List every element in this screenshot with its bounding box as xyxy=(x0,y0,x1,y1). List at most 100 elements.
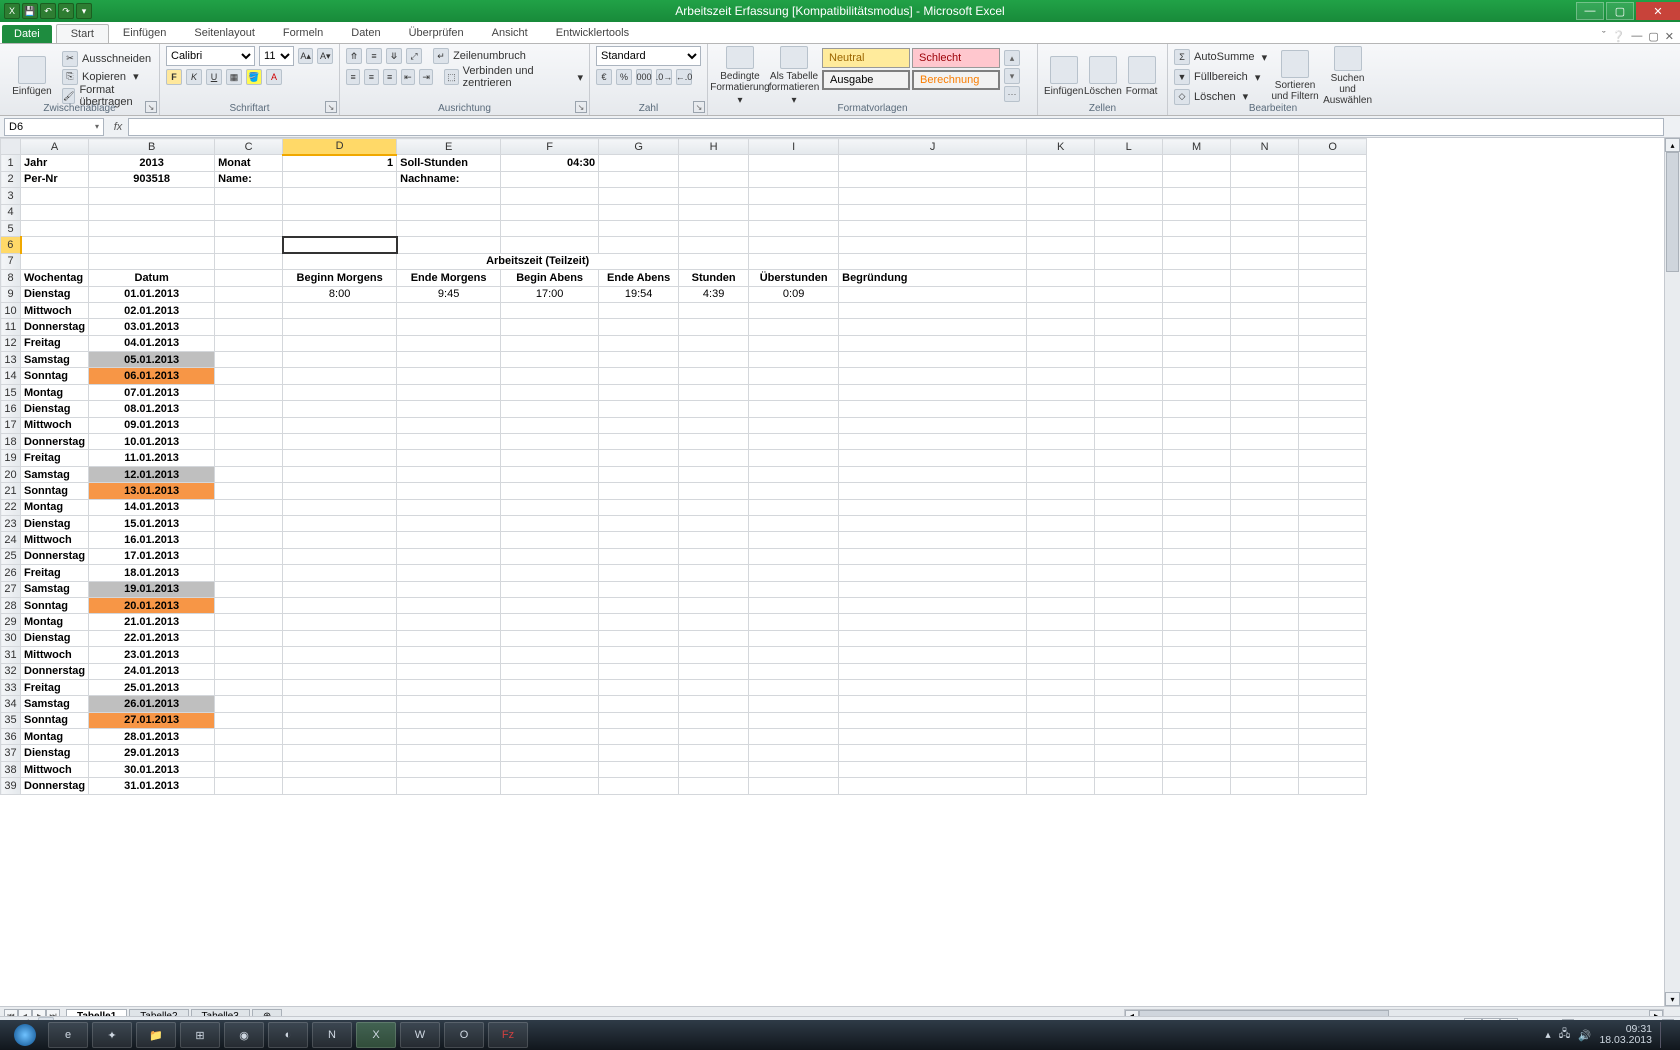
cell[interactable] xyxy=(1299,483,1367,499)
cell[interactable] xyxy=(397,679,501,695)
cell[interactable] xyxy=(679,483,749,499)
cell[interactable] xyxy=(1299,499,1367,515)
cell[interactable] xyxy=(1299,220,1367,236)
align-right-icon[interactable]: ≡ xyxy=(383,69,397,85)
cell[interactable]: 13.01.2013 xyxy=(89,483,215,499)
row-header[interactable]: 18 xyxy=(1,434,21,450)
cell[interactable] xyxy=(1231,647,1299,663)
taskbar-app3[interactable]: ◐ xyxy=(268,1022,308,1048)
cell[interactable]: Dienstag xyxy=(21,401,89,417)
cut-button[interactable]: ✂Ausschneiden xyxy=(62,50,153,67)
conditional-formatting-button[interactable]: Bedingte Formatierung▾ xyxy=(714,46,766,106)
cell[interactable] xyxy=(1095,335,1163,351)
cell[interactable] xyxy=(215,597,283,613)
cell[interactable] xyxy=(1299,630,1367,646)
cell[interactable] xyxy=(839,466,1027,482)
cell[interactable]: Wochentag xyxy=(21,270,89,286)
cell[interactable] xyxy=(679,597,749,613)
cell[interactable] xyxy=(839,761,1027,777)
cell[interactable] xyxy=(283,466,397,482)
cell[interactable] xyxy=(1231,204,1299,220)
cell[interactable] xyxy=(283,237,397,253)
cell[interactable] xyxy=(397,401,501,417)
cell[interactable] xyxy=(1299,450,1367,466)
vertical-scrollbar[interactable]: ▴ ▾ xyxy=(1664,138,1680,1006)
cell[interactable] xyxy=(679,778,749,794)
cell[interactable] xyxy=(749,696,839,712)
col-header[interactable]: F xyxy=(501,139,599,155)
cell[interactable] xyxy=(679,532,749,548)
cell[interactable] xyxy=(599,614,679,630)
cell[interactable] xyxy=(1231,696,1299,712)
align-bottom-icon[interactable]: ⤋ xyxy=(386,48,402,64)
cell[interactable] xyxy=(1231,581,1299,597)
cell[interactable] xyxy=(283,450,397,466)
tray-volume-icon[interactable]: 🔊 xyxy=(1578,1029,1591,1042)
cell[interactable] xyxy=(839,434,1027,450)
cell[interactable] xyxy=(839,597,1027,613)
cell[interactable] xyxy=(1027,319,1095,335)
fx-icon[interactable]: fx xyxy=(108,121,128,133)
cell[interactable] xyxy=(749,778,839,794)
cell[interactable] xyxy=(839,204,1027,220)
cell[interactable] xyxy=(283,761,397,777)
cell[interactable]: 03.01.2013 xyxy=(89,319,215,335)
cell[interactable] xyxy=(283,630,397,646)
cell[interactable] xyxy=(1231,630,1299,646)
cell[interactable] xyxy=(839,565,1027,581)
ribbon-tab-einfügen[interactable]: Einfügen xyxy=(109,24,180,43)
cell[interactable]: 17.01.2013 xyxy=(89,548,215,564)
cell[interactable] xyxy=(1027,745,1095,761)
cell[interactable] xyxy=(839,237,1027,253)
cell[interactable] xyxy=(839,171,1027,187)
taskbar-word[interactable]: W xyxy=(400,1022,440,1048)
cell[interactable] xyxy=(283,532,397,548)
cell[interactable] xyxy=(1299,712,1367,728)
cell[interactable] xyxy=(397,368,501,384)
row-header[interactable]: 10 xyxy=(1,302,21,318)
cell[interactable] xyxy=(283,171,397,187)
cell[interactable] xyxy=(1163,729,1231,745)
cell[interactable] xyxy=(501,647,599,663)
cell[interactable]: Begründung xyxy=(839,270,1027,286)
cell[interactable] xyxy=(501,712,599,728)
cell[interactable] xyxy=(1231,286,1299,302)
col-header[interactable]: L xyxy=(1095,139,1163,155)
cell[interactable] xyxy=(1027,679,1095,695)
cell[interactable] xyxy=(397,696,501,712)
cell[interactable] xyxy=(1231,565,1299,581)
cell[interactable] xyxy=(749,188,839,204)
cell[interactable] xyxy=(283,597,397,613)
cell[interactable] xyxy=(283,663,397,679)
cell[interactable] xyxy=(1299,515,1367,531)
cell[interactable] xyxy=(679,335,749,351)
undo-icon[interactable]: ↶ xyxy=(40,3,56,19)
close-button[interactable]: ✕ xyxy=(1636,2,1680,20)
cell[interactable] xyxy=(679,302,749,318)
cell[interactable] xyxy=(1027,171,1095,187)
cell[interactable] xyxy=(1163,368,1231,384)
cell[interactable] xyxy=(397,188,501,204)
cell[interactable] xyxy=(501,319,599,335)
cell[interactable] xyxy=(1163,663,1231,679)
cell[interactable] xyxy=(839,155,1027,171)
cell[interactable] xyxy=(501,335,599,351)
cell[interactable] xyxy=(215,286,283,302)
cell[interactable] xyxy=(599,384,679,400)
cell[interactable] xyxy=(1163,401,1231,417)
cell[interactable] xyxy=(679,630,749,646)
cell[interactable] xyxy=(21,204,89,220)
cell[interactable] xyxy=(1027,450,1095,466)
cell[interactable] xyxy=(839,696,1027,712)
cell[interactable] xyxy=(1095,548,1163,564)
cell[interactable] xyxy=(1027,548,1095,564)
cell[interactable] xyxy=(215,696,283,712)
col-header[interactable]: O xyxy=(1299,139,1367,155)
cell[interactable] xyxy=(749,483,839,499)
cell[interactable] xyxy=(1231,335,1299,351)
cell[interactable] xyxy=(501,696,599,712)
row-header[interactable]: 5 xyxy=(1,220,21,236)
cell[interactable] xyxy=(215,466,283,482)
cell[interactable] xyxy=(749,204,839,220)
cell[interactable] xyxy=(1027,155,1095,171)
